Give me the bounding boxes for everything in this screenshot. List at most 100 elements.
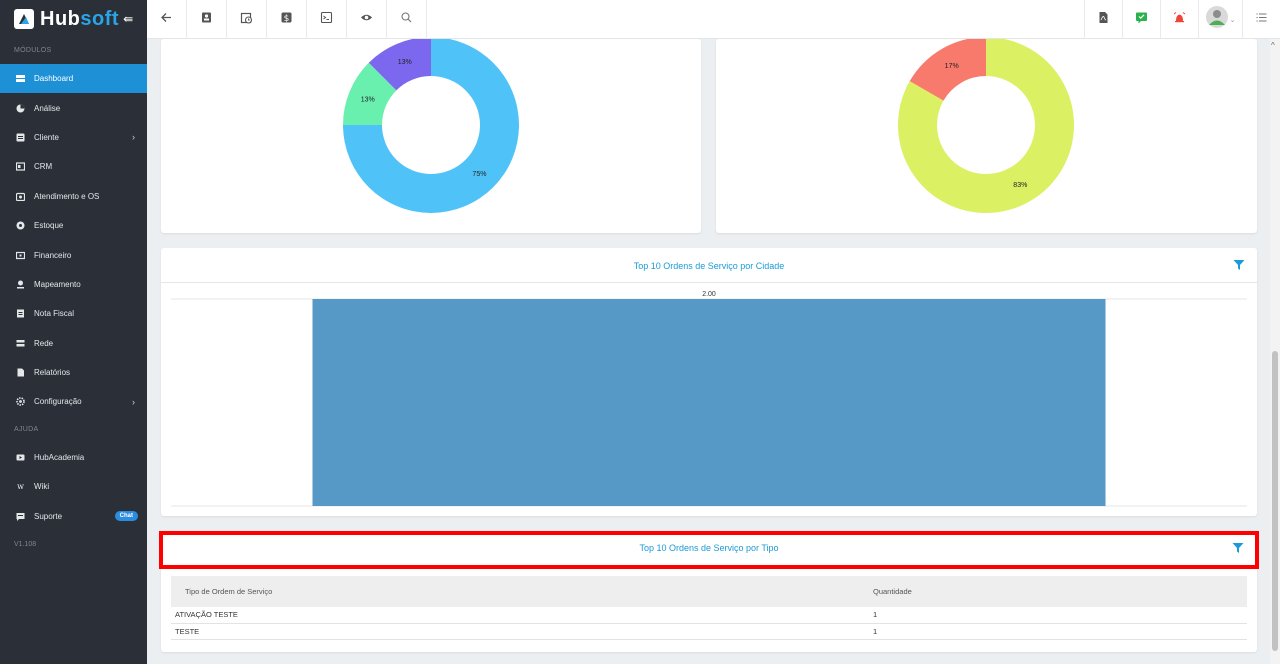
sidebar-item-label: Atendimento e OS: [34, 191, 100, 201]
column-header-quantity[interactable]: Quantidade: [859, 576, 1247, 607]
city-chart-title: Top 10 Ordens de Serviço por Cidade: [633, 261, 785, 271]
sidebar-item-financeiro[interactable]: Financeiro: [0, 240, 147, 269]
sidebar-item-cliente[interactable]: Cliente ›: [0, 123, 147, 152]
calendar-clock-icon: [240, 11, 253, 29]
sidebar-item-label: Nota Fiscal: [34, 309, 75, 319]
sidebar-item-label: Suporte: [34, 511, 63, 521]
donut-card-left: 75% 13% 13%: [161, 39, 701, 233]
pdf-button[interactable]: [1084, 0, 1122, 39]
contact-card-icon: [200, 11, 213, 29]
sidebar-item-suporte[interactable]: Suporte Chat: [0, 501, 147, 530]
sidebar-item-crm[interactable]: CRM: [0, 152, 147, 181]
hubsoft-logo-icon: [14, 9, 34, 29]
sidebar-item-configuracao[interactable]: Configuração ›: [0, 387, 147, 416]
donut-left-slice-label-1: 13%: [361, 96, 375, 103]
page-scrollbar[interactable]: ^: [1270, 39, 1280, 664]
table-cell: 1: [859, 607, 1247, 624]
table-cell: TESTE: [171, 623, 859, 640]
alarm-bell-icon: [1173, 11, 1186, 29]
sidebar-item-atendimento[interactable]: Atendimento e OS: [0, 182, 147, 211]
sidebar: Hubsoft ⇚ MÓDULOS Dashboard Análise Clie…: [0, 0, 147, 664]
service-order-type-table: Tipo de Ordem de Serviço Quantidade ATIV…: [171, 576, 1247, 640]
list-menu-button[interactable]: [1242, 0, 1280, 39]
wiki-icon: w: [17, 482, 24, 492]
table-cell: ATIVAÇÃO TESTE: [171, 607, 859, 624]
messages-button[interactable]: [1122, 0, 1160, 39]
sidebar-item-nota-fiscal[interactable]: Nota Fiscal: [0, 299, 147, 328]
scrollbar-thumb[interactable]: [1272, 351, 1278, 651]
donut-left-slice-label-2: 13%: [398, 59, 412, 66]
video-icon: [16, 453, 25, 462]
dashboard-icon: [16, 74, 25, 83]
search-icon: [400, 11, 413, 29]
contacts-button[interactable]: [187, 0, 227, 39]
donut-left-slice-label-0: 75%: [472, 171, 486, 178]
collapse-sidebar-icon[interactable]: ⇚: [123, 12, 133, 26]
chat-badge[interactable]: Chat: [114, 511, 138, 522]
service-icon: [16, 192, 25, 201]
brand-logo[interactable]: Hubsoft ⇚: [0, 0, 147, 38]
donut-right-slice-label-1: 17%: [945, 63, 959, 70]
brand-name: Hubsoft: [40, 7, 120, 30]
chevron-down-icon: ⌄: [1229, 16, 1236, 24]
analysis-icon: [16, 104, 25, 113]
table-row[interactable]: ATIVAÇÃO TESTE 1: [171, 607, 1247, 624]
back-button[interactable]: [147, 0, 187, 39]
chevron-right-icon: ›: [132, 396, 135, 407]
pdf-icon: [1097, 11, 1110, 29]
topbar-right: ⌄: [1084, 0, 1280, 39]
crm-icon: [16, 162, 25, 171]
map-pin-icon: [16, 280, 25, 289]
sidebar-item-label: Dashboard: [34, 74, 74, 84]
topbar: $ ⌄: [147, 0, 1280, 39]
type-card-header-highlight: Top 10 Ordens de Serviço por Tipo: [159, 531, 1259, 569]
sidebar-item-label: Cliente: [34, 132, 59, 142]
donut-chart-right: 83% 17%: [898, 39, 1074, 213]
finance-icon: [16, 251, 25, 260]
schedule-button[interactable]: [227, 0, 267, 39]
sidebar-item-label: Configuração: [34, 397, 82, 407]
filter-icon[interactable]: [1232, 541, 1244, 553]
sidebar-item-label: HubAcademia: [34, 452, 85, 462]
finance-button[interactable]: $: [267, 0, 307, 39]
terminal-button[interactable]: [307, 0, 347, 39]
check-message-icon: [1135, 11, 1148, 29]
sidebar-item-label: CRM: [34, 162, 53, 172]
reports-icon: [16, 368, 25, 377]
invoice-icon: [16, 309, 25, 318]
sidebar-item-label: Financeiro: [34, 250, 72, 260]
table-row[interactable]: TESTE 1: [171, 623, 1247, 640]
sidebar-item-label: Estoque: [34, 221, 64, 231]
city-bar-chart: 2.00: [171, 291, 1247, 507]
search-button[interactable]: [387, 0, 427, 39]
sidebar-item-hubacademia[interactable]: HubAcademia: [0, 443, 147, 472]
network-icon: [16, 339, 25, 348]
bar-0[interactable]: [312, 299, 1106, 506]
table-header-row: Tipo de Ordem de Serviço Quantidade: [171, 576, 1247, 607]
card-divider: [161, 282, 1257, 283]
gear-icon: [16, 397, 25, 407]
section-label-help: AJUDA: [14, 425, 39, 433]
scroll-up-icon[interactable]: ^: [1271, 41, 1275, 50]
sidebar-item-mapeamento[interactable]: Mapeamento: [0, 270, 147, 299]
donut-right-slice-label-0: 83%: [1013, 182, 1027, 189]
sidebar-item-analise[interactable]: Análise: [0, 93, 147, 122]
client-icon: [16, 133, 25, 142]
support-icon: [16, 512, 25, 521]
alarm-button[interactable]: [1160, 0, 1198, 39]
sidebar-item-relatorios[interactable]: Relatórios: [0, 358, 147, 387]
column-header-type[interactable]: Tipo de Ordem de Serviço: [171, 576, 859, 607]
donut-card-right: 83% 17%: [716, 39, 1257, 233]
bar-value-label-0: 2.00: [702, 291, 716, 298]
sidebar-item-dashboard[interactable]: Dashboard: [0, 64, 147, 94]
eye-icon: [360, 11, 373, 29]
sidebar-item-rede[interactable]: Rede: [0, 329, 147, 358]
sidebar-item-label: Relatórios: [34, 368, 71, 378]
version-label: V1.108: [14, 540, 37, 548]
sidebar-item-estoque[interactable]: Estoque: [0, 211, 147, 240]
sidebar-item-label: Wiki: [34, 482, 50, 492]
view-button[interactable]: [347, 0, 387, 39]
filter-icon[interactable]: [1233, 258, 1245, 270]
user-menu[interactable]: ⌄: [1198, 0, 1242, 39]
sidebar-item-wiki[interactable]: w Wiki: [0, 472, 147, 501]
